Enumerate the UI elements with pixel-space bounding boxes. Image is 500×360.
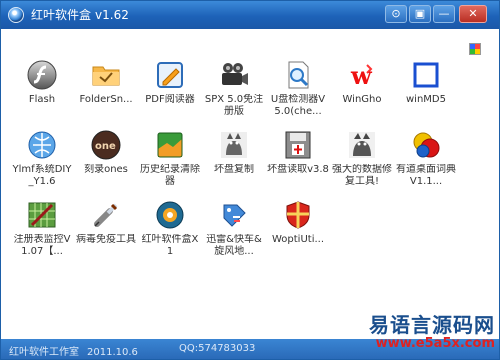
app-window: 红叶软件盒 v1.62 ⊙ ▣ — ✕ Flash FolderSn... PD… [0, 0, 500, 360]
title-bar[interactable]: 红叶软件盒 v1.62 ⊙ ▣ — ✕ [1, 1, 499, 29]
close-button[interactable]: ✕ [459, 5, 487, 23]
app-item-hongye-box[interactable]: 红叶软件盒X1 [139, 199, 201, 269]
status-date: 2011.10.6 [87, 347, 138, 358]
svg-text:one: one [95, 141, 116, 152]
app-label: SPX 5.0免注册版 [204, 94, 264, 117]
app-item-youdao[interactable]: 有道桌面词典 V1.1... [395, 129, 457, 199]
toolbar-area [1, 29, 499, 57]
hongye-box-icon [156, 201, 184, 229]
camera-icon [222, 63, 248, 85]
app-item-bad-disk-copy[interactable]: 坏盘复制 [203, 129, 265, 199]
app-item-history-cleaner[interactable]: 历史纪录清除器 [139, 129, 201, 199]
app-item-data-recovery[interactable]: 强大的数据修复工具! [331, 129, 393, 199]
skin-button[interactable]: ⊙ [385, 5, 407, 23]
app-label: 刻录ones [84, 164, 128, 175]
app-item-bad-disk-reader[interactable]: 坏盘读取v3.8 [267, 129, 329, 199]
pdf-reader-icon [157, 62, 183, 88]
winmd5-icon [413, 62, 439, 88]
app-item-pdf[interactable]: PDF阅读器 [139, 59, 201, 129]
status-qq: QQ:574783033 [179, 343, 256, 354]
status-copyright: 红叶软件工作室 2011.10.6 [9, 343, 138, 358]
app-label: 红叶软件盒X1 [141, 234, 199, 257]
app-label: WoptiUti... [271, 234, 325, 245]
app-item-virus-immunity[interactable]: 病毒免疫工具 [75, 199, 137, 269]
registry-icon [28, 202, 56, 228]
menu-button[interactable]: ▣ [409, 5, 431, 23]
app-label: WinGho [342, 94, 382, 105]
app-label: Ylmf系统DIY_Y1.6 [12, 164, 72, 187]
app-item-foldersn[interactable]: FolderSn... [75, 59, 137, 129]
app-label: 历史纪录清除器 [140, 164, 200, 187]
software-grid: Flash FolderSn... PDF阅读器 SPX 5.0免注册版 U盘检… [11, 59, 481, 329]
cat-icon [221, 132, 247, 158]
minimize-button[interactable]: — [433, 5, 455, 23]
app-label: U盘检测器V5.0(che... [270, 94, 326, 117]
app-item-woptiutilities[interactable]: WoptiUti... [267, 199, 329, 269]
shield-icon [286, 201, 310, 229]
flash-icon [27, 60, 57, 90]
status-bar: 红叶软件工作室 2011.10.6 QQ:574783033 [1, 339, 499, 359]
folder-icon [92, 66, 120, 86]
app-label: 病毒免疫工具 [76, 234, 136, 245]
tag-icon [223, 204, 246, 227]
app-item-ones[interactable]: one 刻录ones [75, 129, 137, 199]
app-logo-icon [8, 7, 24, 23]
app-item-flash[interactable]: Flash [11, 59, 73, 129]
app-label: 注册表监控V1.07【... [13, 234, 71, 257]
app-item-winmd5[interactable]: winMD5 [395, 59, 457, 129]
app-item-download-tools[interactable]: 迅雷&快车&旋风地... [203, 199, 265, 269]
palette-icon[interactable] [469, 43, 481, 55]
app-title: 红叶软件盒 [31, 8, 92, 22]
cat-data-icon [349, 132, 375, 158]
ones-icon: one [91, 130, 121, 160]
usb-checker-icon [288, 61, 309, 89]
window-title: 红叶软件盒 v1.62 [31, 7, 129, 23]
syringe-icon [94, 203, 118, 227]
app-label: 坏盘读取v3.8 [267, 164, 329, 175]
app-label: FolderSn... [79, 94, 133, 105]
app-item-usb-checker[interactable]: U盘检测器V5.0(che... [267, 59, 329, 129]
app-label: 迅雷&快车&旋风地... [206, 234, 262, 257]
app-label: Flash [28, 94, 56, 105]
app-label: 坏盘复制 [214, 164, 254, 175]
ylmf-icon [28, 131, 56, 159]
app-label: 强大的数据修复工具! [332, 164, 392, 187]
app-item-spx[interactable]: SPX 5.0免注册版 [203, 59, 265, 129]
app-label: winMD5 [406, 94, 446, 105]
app-label: PDF阅读器 [145, 94, 195, 105]
disk-reader-icon [285, 131, 311, 159]
history-cleaner-icon [157, 132, 183, 158]
youdao-icon [413, 132, 440, 158]
app-label: 有道桌面词典 V1.1... [396, 164, 456, 187]
studio-name: 红叶软件工作室 [9, 347, 79, 358]
app-item-wingho[interactable]: w WinGho [331, 59, 393, 129]
svg-text:w: w [350, 61, 373, 90]
app-item-registry-monitor[interactable]: 注册表监控V1.07【... [11, 199, 73, 269]
app-version: v1.62 [95, 8, 129, 22]
winghost-icon: w [350, 61, 373, 90]
app-item-ylmf[interactable]: Ylmf系统DIY_Y1.6 [11, 129, 73, 199]
